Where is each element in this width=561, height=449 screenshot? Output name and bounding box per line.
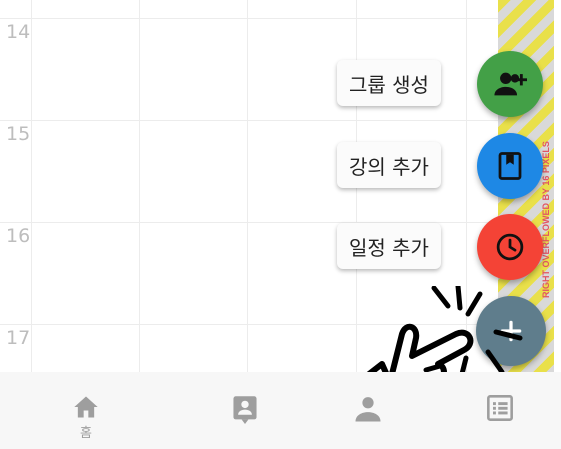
create-group-label[interactable]: 그룹 생성 xyxy=(337,60,441,106)
group-add-icon xyxy=(494,72,527,96)
hour-label: 17 xyxy=(6,327,31,349)
add-schedule-button[interactable] xyxy=(477,214,543,280)
person-icon xyxy=(355,397,381,422)
nav-item-contact-card[interactable] xyxy=(185,372,305,449)
grid-row-line xyxy=(0,18,498,19)
hour-label: 16 xyxy=(6,225,31,247)
clock-icon xyxy=(496,233,524,261)
nav-item-home[interactable]: 홈 xyxy=(26,372,146,449)
add-lecture-button[interactable] xyxy=(477,133,543,199)
nav-label-home: 홈 xyxy=(80,426,92,441)
hour-label: 14 xyxy=(6,21,31,43)
grid-column-line xyxy=(31,0,32,372)
contact-card-icon xyxy=(233,396,257,424)
add-lecture-label[interactable]: 강의 추가 xyxy=(337,142,441,188)
home-icon xyxy=(74,396,98,418)
list-icon xyxy=(487,395,513,421)
grid-column-line xyxy=(247,0,248,372)
add-schedule-label[interactable]: 일정 추가 xyxy=(337,223,441,269)
book-icon xyxy=(498,152,522,180)
create-group-button[interactable] xyxy=(477,51,543,117)
grid-row-line xyxy=(0,120,498,121)
grid-column-line xyxy=(139,0,140,372)
nav-item-profile[interactable] xyxy=(308,372,428,449)
app-screen: 14 15 16 17 RIGHT OVERFLOWED BY 16 PIXEL… xyxy=(0,0,561,449)
bottom-navigation-bar: 홈 xyxy=(0,372,561,449)
nav-item-list[interactable] xyxy=(440,372,560,449)
hour-label: 15 xyxy=(6,123,31,145)
